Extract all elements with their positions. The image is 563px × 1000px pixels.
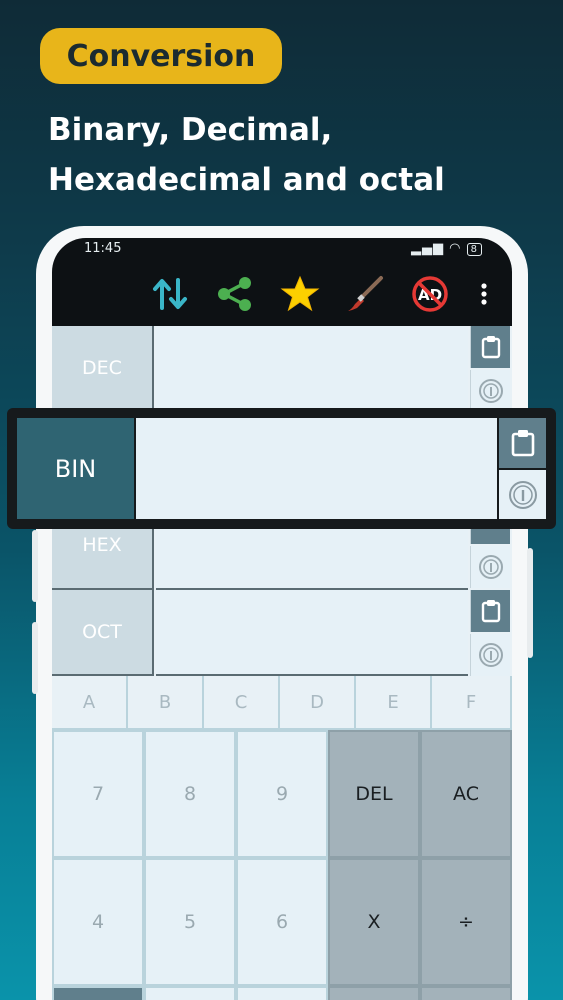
- clipboard-icon: [511, 430, 534, 457]
- app-toolbar: AD: [52, 260, 512, 326]
- key-partial[interactable]: [236, 986, 328, 1000]
- phone-power-button: [527, 548, 533, 658]
- status-time: 11:45: [84, 241, 122, 256]
- info-icon: [478, 643, 503, 667]
- key-7[interactable]: 7: [52, 730, 144, 858]
- key-5[interactable]: 5: [144, 858, 236, 986]
- all-clear-button[interactable]: AC: [420, 730, 512, 858]
- bin-row-highlight: BIN: [7, 408, 556, 529]
- key-partial[interactable]: [420, 986, 512, 1000]
- oct-info-button[interactable]: [470, 634, 510, 676]
- info-icon: [478, 379, 503, 403]
- info-icon: [508, 480, 537, 509]
- key-9[interactable]: 9: [236, 730, 328, 858]
- oct-clipboard-button[interactable]: [470, 590, 510, 632]
- key-6[interactable]: 6: [236, 858, 328, 986]
- clipboard-icon: [481, 336, 500, 359]
- divide-button[interactable]: ÷: [420, 858, 512, 986]
- star-icon[interactable]: [280, 274, 320, 314]
- brush-icon[interactable]: [345, 274, 385, 314]
- info-icon: [478, 555, 503, 579]
- status-icons: ▂▄▆ ◠ 8: [411, 241, 482, 256]
- more-vert-icon[interactable]: [466, 274, 502, 314]
- key-partial[interactable]: [144, 986, 236, 1000]
- bin-info-button[interactable]: [499, 470, 546, 519]
- key-a[interactable]: A: [52, 676, 128, 730]
- signal-icon: ▂▄▆: [411, 241, 444, 256]
- phone-side-button: [32, 622, 38, 694]
- status-bar: 11:45 ▂▄▆ ◠ 8: [52, 238, 512, 260]
- share-icon[interactable]: [215, 274, 255, 314]
- key-e[interactable]: E: [356, 676, 432, 730]
- key-partial[interactable]: [328, 986, 420, 1000]
- oct-input[interactable]: [156, 590, 468, 676]
- dec-row: DEC: [52, 326, 512, 412]
- dec-clipboard-button[interactable]: [470, 326, 510, 368]
- dec-label[interactable]: DEC: [52, 326, 154, 412]
- key-f[interactable]: F: [432, 676, 512, 730]
- headline-line-1: Binary, Decimal,: [48, 112, 333, 148]
- bin-label[interactable]: BIN: [17, 418, 134, 519]
- swap-arrows-icon[interactable]: [150, 274, 190, 314]
- conversion-badge: Conversion: [40, 28, 282, 84]
- key-c[interactable]: C: [204, 676, 280, 730]
- key-d[interactable]: D: [280, 676, 356, 730]
- dec-info-button[interactable]: [470, 370, 510, 412]
- multiply-button[interactable]: X: [328, 858, 420, 986]
- clipboard-icon: [481, 600, 500, 623]
- key-partial[interactable]: [52, 986, 144, 1000]
- oct-row: OCT: [52, 590, 512, 676]
- oct-label[interactable]: OCT: [52, 590, 154, 676]
- hex-info-button[interactable]: [470, 546, 510, 588]
- phone-side-button: [32, 530, 38, 602]
- delete-button[interactable]: DEL: [328, 730, 420, 858]
- dec-input[interactable]: [156, 326, 468, 412]
- bin-input[interactable]: [136, 418, 497, 519]
- hex-digit-keys: A B C D E F: [52, 676, 512, 730]
- no-ads-icon[interactable]: AD: [410, 274, 450, 314]
- key-8[interactable]: 8: [144, 730, 236, 858]
- key-b[interactable]: B: [128, 676, 204, 730]
- app-screen: 11:45 ▂▄▆ ◠ 8 DEC HEX OCT A B C D E F 7 …: [52, 238, 512, 1000]
- battery-icon: 8: [466, 243, 482, 256]
- bin-clipboard-button[interactable]: [499, 418, 546, 468]
- wifi-icon: ◠: [449, 241, 462, 256]
- headline-line-2: Hexadecimal and octal: [48, 162, 445, 198]
- key-4[interactable]: 4: [52, 858, 144, 986]
